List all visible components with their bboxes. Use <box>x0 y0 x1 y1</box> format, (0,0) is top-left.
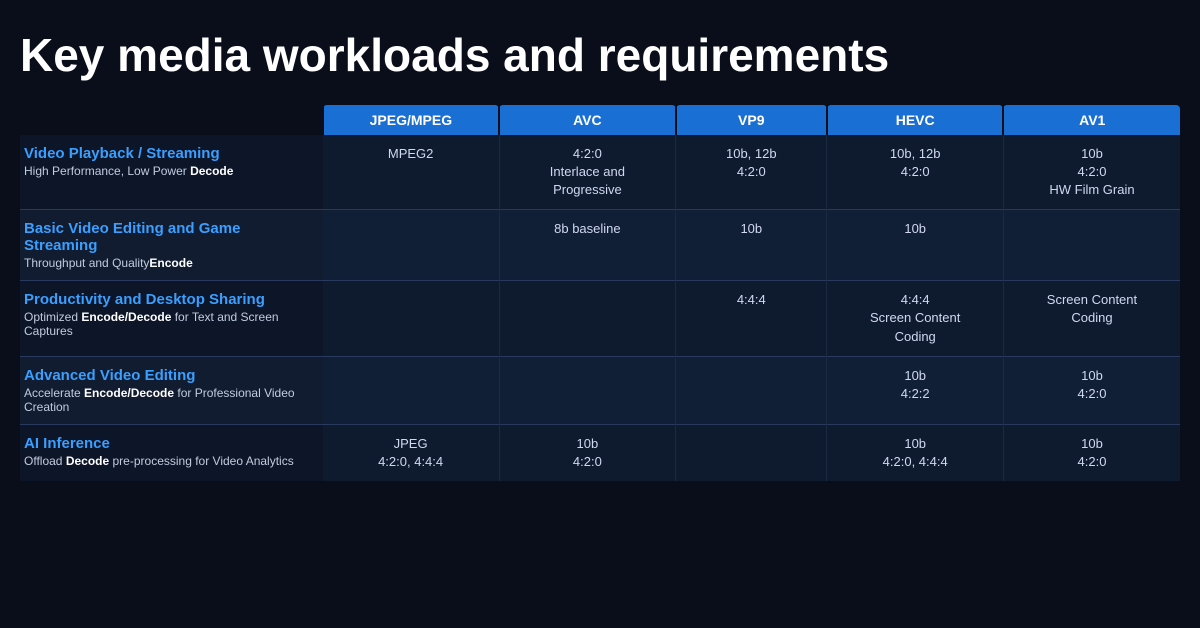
header-row: JPEG/MPEG AVC VP9 HEVC AV1 <box>20 105 1180 135</box>
row-label-cell: Basic Video Editing and Game Streaming T… <box>20 210 323 281</box>
cell-av1: 10b 4:2:0 <box>1003 424 1180 481</box>
row-subtitle: Throughput and QualityEncode <box>24 256 313 270</box>
cell-av1 <box>1003 210 1180 281</box>
table-row: Productivity and Desktop Sharing Optimize… <box>20 281 1180 357</box>
cell-value: 10b 4:2:0 <box>1014 367 1170 403</box>
page-container: Key media workloads and requirements JPE… <box>0 0 1200 628</box>
workloads-table: JPEG/MPEG AVC VP9 HEVC AV1 Video Playbac… <box>20 105 1180 482</box>
col-header-jpeg: JPEG/MPEG <box>323 105 500 135</box>
cell-vp9: 4:4:4 <box>676 281 827 357</box>
cell-value: 10b, 12b 4:2:0 <box>837 145 993 181</box>
row-label-cell: Productivity and Desktop Sharing Optimize… <box>20 281 323 357</box>
cell-jpeg <box>323 281 500 357</box>
cell-avc: 4:2:0 Interlace and Progressive <box>499 135 676 210</box>
cell-hevc: 10b <box>827 210 1004 281</box>
cell-value: 4:4:4 <box>686 291 816 309</box>
cell-jpeg <box>323 356 500 424</box>
cell-vp9 <box>676 356 827 424</box>
cell-vp9: 10b, 12b 4:2:0 <box>676 135 827 210</box>
cell-value: 10b 4:2:2 <box>837 367 993 403</box>
row-title: Advanced Video Editing <box>24 367 313 384</box>
table-wrapper: JPEG/MPEG AVC VP9 HEVC AV1 Video Playbac… <box>20 105 1180 608</box>
cell-vp9 <box>676 424 827 481</box>
cell-value: 10b 4:2:0 <box>510 435 666 471</box>
row-subtitle: High Performance, Low Power Decode <box>24 164 313 178</box>
cell-value: MPEG2 <box>333 145 489 163</box>
cell-value: Screen Content Coding <box>1014 291 1170 327</box>
row-title: Video Playback / Streaming <box>24 145 313 162</box>
cell-value: 10b 4:2:0, 4:4:4 <box>837 435 993 471</box>
table-row: AI Inference Offload Decode pre-processin… <box>20 424 1180 481</box>
cell-value: 10b 4:2:0 HW Film Grain <box>1014 145 1170 200</box>
page-title: Key media workloads and requirements <box>20 30 1180 81</box>
cell-value: 10b, 12b 4:2:0 <box>686 145 816 181</box>
col-header-vp9: VP9 <box>676 105 827 135</box>
cell-avc: 8b baseline <box>499 210 676 281</box>
cell-avc <box>499 356 676 424</box>
cell-value: 10b <box>837 220 993 238</box>
cell-value: 8b baseline <box>510 220 666 238</box>
cell-av1: 10b 4:2:0 HW Film Grain <box>1003 135 1180 210</box>
table-row: Advanced Video Editing Accelerate Encode/… <box>20 356 1180 424</box>
cell-av1: Screen Content Coding <box>1003 281 1180 357</box>
row-subtitle: Offload Decode pre-processing for Video … <box>24 454 313 468</box>
cell-jpeg: JPEG 4:2:0, 4:4:4 <box>323 424 500 481</box>
cell-hevc: 10b, 12b 4:2:0 <box>827 135 1004 210</box>
row-subtitle: Accelerate Encode/Decode for Professiona… <box>24 386 313 414</box>
row-label-cell: Advanced Video Editing Accelerate Encode/… <box>20 356 323 424</box>
col-header-label <box>20 105 323 135</box>
cell-value: 4:2:0 Interlace and Progressive <box>510 145 666 200</box>
col-header-hevc: HEVC <box>827 105 1004 135</box>
cell-av1: 10b 4:2:0 <box>1003 356 1180 424</box>
cell-hevc: 4:4:4 Screen Content Coding <box>827 281 1004 357</box>
row-label-cell: Video Playback / Streaming High Performan… <box>20 135 323 210</box>
row-title: Basic Video Editing and Game Streaming <box>24 220 313 254</box>
cell-value: JPEG 4:2:0, 4:4:4 <box>333 435 489 471</box>
cell-hevc: 10b 4:2:2 <box>827 356 1004 424</box>
cell-jpeg: MPEG2 <box>323 135 500 210</box>
col-header-av1: AV1 <box>1003 105 1180 135</box>
row-title: Productivity and Desktop Sharing <box>24 291 313 308</box>
cell-hevc: 10b 4:2:0, 4:4:4 <box>827 424 1004 481</box>
table-row: Basic Video Editing and Game Streaming T… <box>20 210 1180 281</box>
cell-avc: 10b 4:2:0 <box>499 424 676 481</box>
cell-vp9: 10b <box>676 210 827 281</box>
cell-value: 4:4:4 Screen Content Coding <box>837 291 993 346</box>
row-label-cell: AI Inference Offload Decode pre-processin… <box>20 424 323 481</box>
cell-value: 10b <box>686 220 816 238</box>
table-row: Video Playback / Streaming High Performan… <box>20 135 1180 210</box>
row-title: AI Inference <box>24 435 313 452</box>
row-subtitle: Optimized Encode/Decode for Text and Scr… <box>24 310 313 338</box>
col-header-avc: AVC <box>499 105 676 135</box>
cell-avc <box>499 281 676 357</box>
cell-value: 10b 4:2:0 <box>1014 435 1170 471</box>
cell-jpeg <box>323 210 500 281</box>
